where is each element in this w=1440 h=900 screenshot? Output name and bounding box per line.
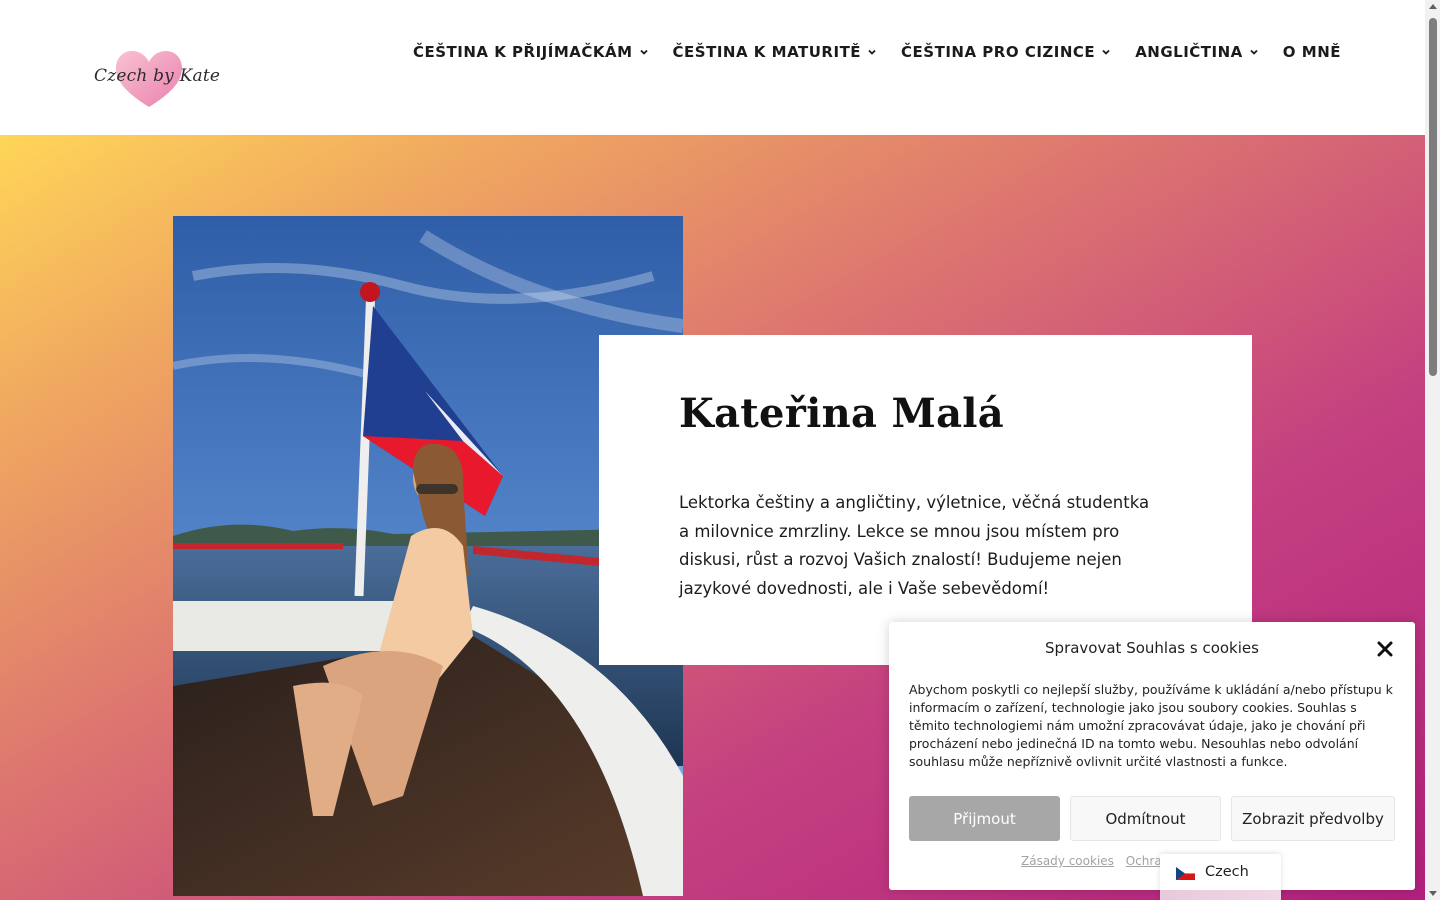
chevron-down-icon: [1102, 49, 1110, 55]
nav-item-cizinci[interactable]: ČEŠTINA PRO CIZINCE: [901, 42, 1111, 62]
cookie-dialog-body: Abychom poskytli co nejlepší služby, pou…: [909, 682, 1393, 769]
nav-item-label: ČEŠTINA PRO CIZINCE: [901, 43, 1096, 61]
show-preferences-button[interactable]: Zobrazit předvolby: [1231, 796, 1395, 841]
nav-item-label: O MNĚ: [1282, 43, 1341, 61]
deny-cookies-button[interactable]: Odmítnout: [1070, 796, 1221, 841]
language-switcher-footer: [1160, 890, 1281, 900]
scroll-thumb[interactable]: [1429, 18, 1437, 376]
chevron-down-icon: [868, 49, 876, 55]
main-nav: ČEŠTINA K PŘIJÍMAČKÁM ČEŠTINA K MATURITĚ…: [389, 42, 1341, 62]
profile-name: Kateřina Malá: [679, 390, 1005, 437]
profile-description: Lektorka češtiny a angličtiny, výletnice…: [679, 493, 1150, 598]
chevron-down-icon: [639, 49, 648, 55]
cookie-consent-dialog: Spravovat Souhlas s cookies Abychom posk…: [889, 622, 1415, 890]
chevron-down-icon: [1250, 49, 1258, 55]
language-switcher[interactable]: Czech: [1160, 854, 1281, 900]
scroll-up-arrow-icon[interactable]: [1429, 4, 1437, 9]
cookie-dialog-title: Spravovat Souhlas s cookies: [1045, 639, 1259, 657]
czech-flag-icon: [1176, 867, 1195, 880]
nav-item-label: ČEŠTINA K PŘIJÍMAČKÁM: [412, 43, 633, 61]
language-label: Czech: [1205, 864, 1249, 880]
accept-cookies-button[interactable]: Přijmout: [909, 796, 1060, 841]
close-icon[interactable]: [1375, 639, 1395, 659]
nav-item-o-mne[interactable]: O MNĚ: [1283, 42, 1341, 62]
nav-item-label: ČEŠTINA K MATURITĚ: [672, 43, 862, 61]
cookie-policy-link[interactable]: Zásady cookies: [1021, 854, 1114, 868]
nav-item-maturita[interactable]: ČEŠTINA K MATURITĚ: [673, 42, 878, 62]
site-logo[interactable]: Czech by Kate: [90, 44, 220, 110]
site-header: Czech by Kate ČEŠTINA K PŘIJÍMAČKÁM ČEŠT…: [0, 0, 1425, 135]
logo-text: Czech by Kate: [94, 66, 221, 86]
nav-item-label: ANGLIČTINA: [1135, 43, 1243, 61]
scroll-down-arrow-icon[interactable]: [1429, 891, 1437, 896]
page-scrollbar[interactable]: [1425, 0, 1440, 900]
nav-item-prijimacky[interactable]: ČEŠTINA K PŘIJÍMAČKÁM: [413, 42, 649, 62]
profile-card: Kateřina Malá Lektorka češtiny a angličt…: [599, 335, 1252, 665]
nav-item-anglictina[interactable]: ANGLIČTINA: [1135, 42, 1259, 62]
